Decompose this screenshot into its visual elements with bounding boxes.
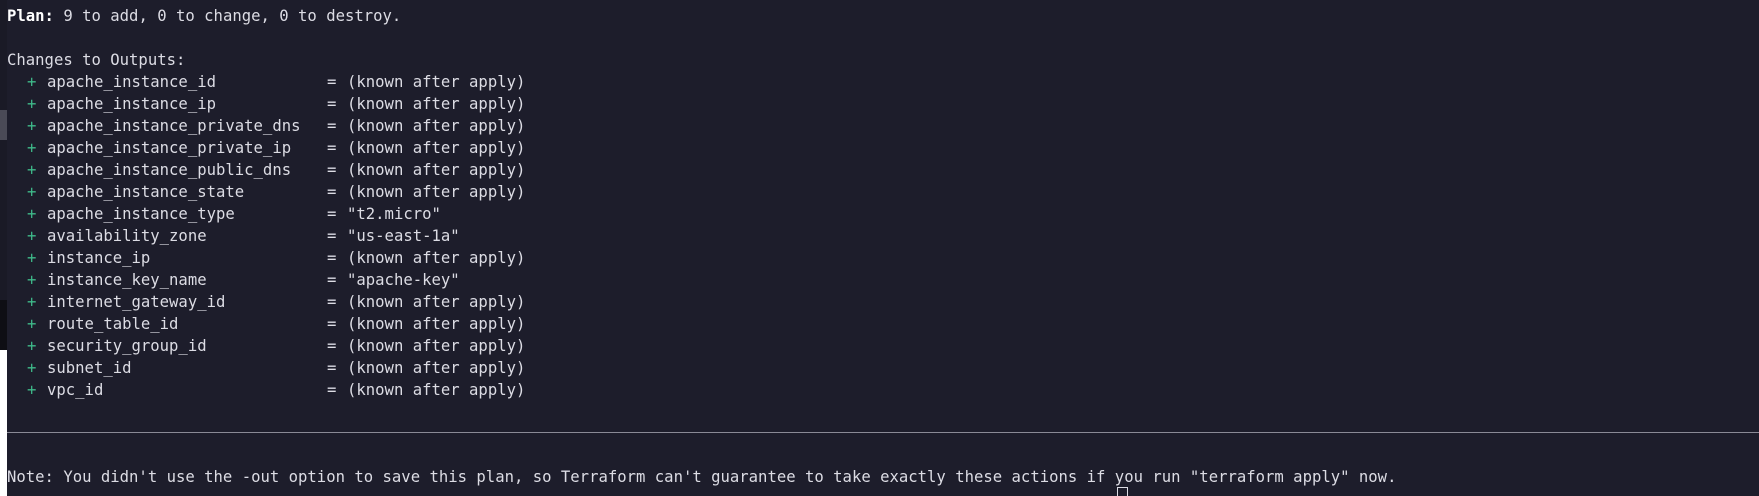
add-sign-icon: + — [27, 293, 37, 311]
equals-sign: = — [327, 271, 337, 289]
output-row: + route_table_id = (known after apply) — [7, 313, 525, 335]
output-row: + vpc_id = (known after apply) — [7, 379, 525, 401]
equals-sign: = — [327, 73, 337, 91]
plan-summary-line: Plan: 9 to add, 0 to change, 0 to destro… — [7, 5, 401, 27]
add-sign-icon: + — [27, 315, 37, 333]
plan-label: Plan: — [7, 7, 54, 25]
outputs-list: + apache_instance_id = (known after apply) +… — [7, 71, 525, 401]
equals-sign: = — [327, 139, 337, 157]
add-sign-icon: + — [27, 227, 37, 245]
output-row: + apache_instance_ip = (known after apply) — [7, 93, 525, 115]
output-name: internet_gateway_id — [47, 293, 226, 311]
plan-summary: 9 to add, 0 to change, 0 to destroy. — [53, 7, 402, 25]
add-sign-icon: + — [27, 139, 37, 157]
output-row: + internet_gateway_id = (known after apply) — [7, 291, 525, 313]
output-row: + apache_instance_private_dns = (known afte… — [7, 115, 525, 137]
equals-sign: = — [327, 381, 337, 399]
terminal-cursor — [1117, 487, 1128, 496]
output-name: apache_instance_state — [47, 183, 245, 201]
output-name: availability_zone — [47, 227, 207, 245]
output-row: + subnet_id = (known after apply) — [7, 357, 525, 379]
add-sign-icon: + — [27, 117, 37, 135]
output-value: (known after apply) — [347, 359, 526, 377]
output-row: + instance_key_name = "apache-key" — [7, 269, 525, 291]
output-row: + apache_instance_state = (known after appl… — [7, 181, 525, 203]
output-row: + apache_instance_public_dns = (known after… — [7, 159, 525, 181]
note-message: Note: You didn't use the -out option to … — [7, 468, 1397, 486]
output-value: (known after apply) — [347, 381, 526, 399]
output-name: vpc_id — [47, 381, 104, 399]
output-value: (known after apply) — [347, 95, 526, 113]
equals-sign: = — [327, 205, 337, 223]
equals-sign: = — [327, 95, 337, 113]
output-value: (known after apply) — [347, 315, 526, 333]
output-name: apache_instance_private_ip — [47, 139, 292, 157]
output-name: apache_instance_ip — [47, 95, 216, 113]
output-value: (known after apply) — [347, 337, 526, 355]
output-row: + availability_zone = "us-east-1a" — [7, 225, 525, 247]
equals-sign: = — [327, 359, 337, 377]
add-sign-icon: + — [27, 73, 37, 91]
output-name: apache_instance_id — [47, 73, 216, 91]
equals-sign: = — [327, 293, 337, 311]
left-edge-strip — [0, 0, 7, 350]
add-sign-icon: + — [27, 381, 37, 399]
separator-line — [7, 432, 1759, 433]
changes-heading: Changes to Outputs: — [7, 51, 186, 69]
equals-sign: = — [327, 227, 337, 245]
equals-sign: = — [327, 161, 337, 179]
output-value: (known after apply) — [347, 249, 526, 267]
output-name: instance_key_name — [47, 271, 207, 289]
output-row: + security_group_id = (known after apply) — [7, 335, 525, 357]
output-row: + instance_ip = (known after apply) — [7, 247, 525, 269]
output-value: (known after apply) — [347, 183, 526, 201]
left-edge-mark — [0, 300, 7, 350]
output-value: (known after apply) — [347, 73, 526, 91]
output-value: "t2.micro" — [347, 205, 441, 223]
output-value: (known after apply) — [347, 293, 526, 311]
output-row: + apache_instance_id = (known after apply) — [7, 71, 525, 93]
equals-sign: = — [327, 337, 337, 355]
output-value: "us-east-1a" — [347, 227, 460, 245]
add-sign-icon: + — [27, 359, 37, 377]
terminal-output[interactable]: Plan: 9 to add, 0 to change, 0 to destro… — [7, 0, 1759, 496]
output-name: instance_ip — [47, 249, 151, 267]
add-sign-icon: + — [27, 205, 37, 223]
output-value: (known after apply) — [347, 161, 526, 179]
add-sign-icon: + — [27, 161, 37, 179]
equals-sign: = — [327, 183, 337, 201]
output-row: + apache_instance_type = "t2.micro" — [7, 203, 525, 225]
output-row: + apache_instance_private_ip = (known after… — [7, 137, 525, 159]
add-sign-icon: + — [27, 271, 37, 289]
output-name: apache_instance_private_dns — [47, 117, 301, 135]
output-value: (known after apply) — [347, 139, 526, 157]
equals-sign: = — [327, 117, 337, 135]
add-sign-icon: + — [27, 337, 37, 355]
terminal-window: Plan: 9 to add, 0 to change, 0 to destro… — [0, 0, 1759, 496]
left-edge-mark — [0, 110, 7, 140]
output-value: (known after apply) — [347, 117, 526, 135]
output-name: apache_instance_type — [47, 205, 235, 223]
output-value: "apache-key" — [347, 271, 460, 289]
equals-sign: = — [327, 315, 337, 333]
output-name: apache_instance_public_dns — [47, 161, 292, 179]
output-name: subnet_id — [47, 359, 132, 377]
add-sign-icon: + — [27, 95, 37, 113]
output-name: security_group_id — [47, 337, 207, 355]
add-sign-icon: + — [27, 183, 37, 201]
output-name: route_table_id — [47, 315, 179, 333]
left-edge-bottom — [0, 350, 7, 496]
equals-sign: = — [327, 249, 337, 267]
add-sign-icon: + — [27, 249, 37, 267]
